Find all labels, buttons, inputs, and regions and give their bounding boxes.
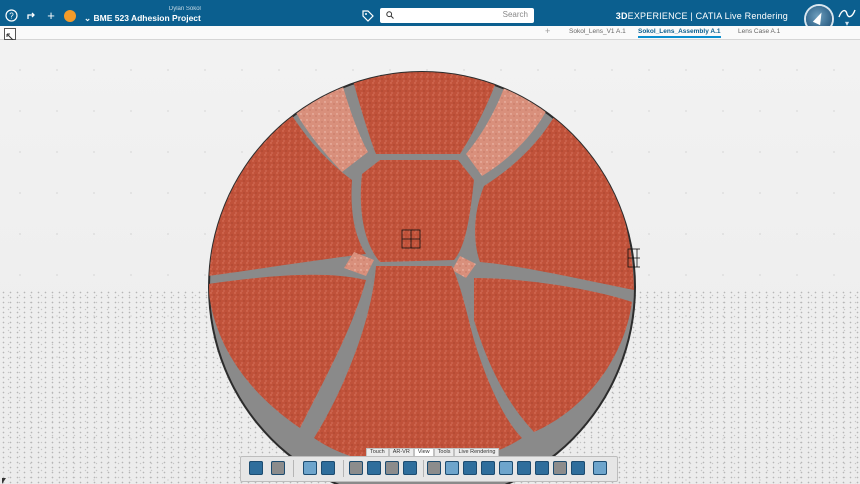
render-mode-icon[interactable] — [445, 461, 459, 475]
eye-icon[interactable] — [385, 461, 399, 475]
cursor-icon — [2, 478, 6, 484]
ground-icon[interactable] — [321, 461, 335, 475]
lens-model[interactable] — [204, 40, 640, 484]
project-owner: Dylan Sokol — [168, 6, 201, 12]
fit-icon[interactable] — [553, 461, 567, 475]
grid-view-icon[interactable] — [303, 461, 317, 475]
divider — [423, 460, 424, 477]
action-bar — [240, 456, 618, 482]
tab-sokol-lens-v1[interactable]: Sokol_Lens_V1 A.1 — [569, 28, 626, 35]
section-icon[interactable] — [367, 461, 381, 475]
tab-lens-case[interactable]: Lens Case A.1 — [738, 28, 780, 35]
search-placeholder: Search — [502, 10, 528, 19]
help-icon[interactable]: ? — [4, 9, 18, 23]
ds-logo-icon — [838, 9, 856, 18]
view-cube-icon[interactable] — [249, 461, 263, 475]
3d-viewport[interactable] — [0, 40, 860, 484]
pan-icon[interactable] — [535, 461, 549, 475]
project-name: BME 523 Adhesion Project — [93, 13, 201, 23]
iso-view-icon[interactable] — [593, 461, 607, 475]
document-tabs: Sokol_Lens_V1 A.1 Sokol_Lens_Assembly A.… — [0, 26, 860, 40]
zoom-icon[interactable] — [499, 461, 513, 475]
shading-icon[interactable] — [463, 461, 477, 475]
svg-text:?: ? — [9, 12, 14, 21]
fit-all-icon[interactable] — [4, 28, 16, 41]
capture-icon[interactable] — [403, 461, 417, 475]
share-icon[interactable] — [24, 9, 38, 23]
tag-icon[interactable] — [362, 9, 374, 22]
search-icon[interactable] — [386, 11, 394, 19]
avatar[interactable] — [64, 10, 76, 22]
rotate-icon[interactable] — [517, 461, 531, 475]
divider — [343, 460, 344, 477]
brand-title: 3DEXPERIENCE | CATIA Live Rendering — [616, 11, 788, 21]
project-selector[interactable]: Dylan Sokol ⌄ BME 523 Adhesion Project — [84, 6, 201, 24]
divider — [293, 460, 294, 477]
add-icon[interactable]: + — [44, 9, 58, 23]
box-view-icon[interactable] — [481, 461, 495, 475]
lighting-icon[interactable] — [427, 461, 441, 475]
tab-sokol-lens-assembly[interactable]: Sokol_Lens_Assembly A.1 — [638, 28, 721, 38]
add-tab-icon[interactable]: + — [545, 26, 550, 36]
search-input[interactable]: Search — [380, 8, 534, 23]
brand-bold: 3D — [615, 11, 628, 21]
arrange-icon[interactable] — [271, 461, 285, 475]
normal-view-icon[interactable] — [571, 461, 585, 475]
camera-icon[interactable] — [349, 461, 363, 475]
brand-app: EXPERIENCE | CATIA Live Rendering — [627, 11, 788, 21]
